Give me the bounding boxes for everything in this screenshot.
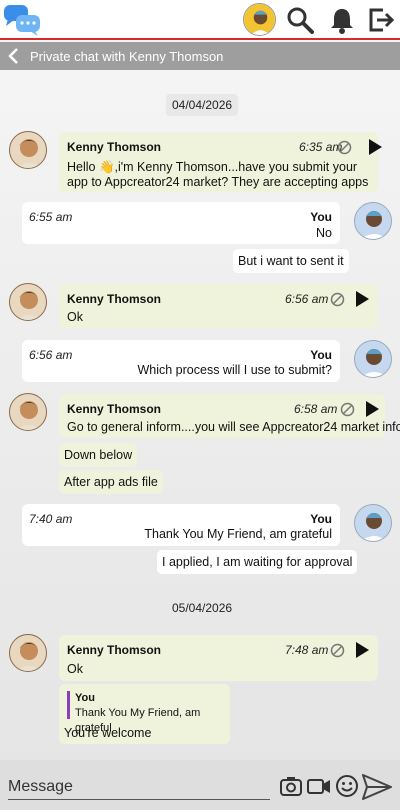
play-icon[interactable] bbox=[353, 290, 371, 308]
blocked-status-icon bbox=[330, 643, 345, 658]
profile-avatar[interactable] bbox=[243, 3, 276, 36]
message-followup[interactable]: Down below bbox=[59, 443, 138, 467]
message-time: 6:58 am bbox=[294, 402, 338, 416]
search-icon[interactable] bbox=[286, 6, 314, 34]
message-time: 6:35 am bbox=[299, 140, 343, 154]
message-text: Hello 👋,i'm Kenny Thomson...have you sub… bbox=[67, 160, 369, 189]
message-time: 7:48 am bbox=[285, 643, 329, 657]
blocked-status-icon bbox=[330, 292, 345, 307]
kenny-avatar[interactable] bbox=[9, 393, 47, 431]
kenny-avatar[interactable] bbox=[9, 131, 47, 169]
message-bubble[interactable]: Kenny Thomson 6:35 am Hello 👋,i'm Kenny … bbox=[59, 132, 382, 192]
camera-icon[interactable] bbox=[279, 774, 303, 798]
message-followup[interactable]: I applied, I am waiting for approval bbox=[157, 550, 358, 574]
sender-name: Kenny Thomson bbox=[67, 292, 162, 306]
message-bubble[interactable]: Kenny Thomson 6:58 am Go to general info… bbox=[59, 394, 400, 438]
message-text: No bbox=[316, 226, 332, 240]
back-arrow-icon[interactable] bbox=[6, 47, 22, 65]
sender-name: Kenny Thomson bbox=[67, 643, 162, 657]
composer-bar bbox=[0, 760, 400, 810]
date-separator: 04/04/2026 bbox=[166, 94, 239, 116]
blocked-status-icon bbox=[337, 140, 352, 155]
sender-name: You bbox=[310, 210, 332, 224]
emoji-icon[interactable] bbox=[335, 774, 359, 798]
message-text: Ok bbox=[67, 310, 83, 324]
my-avatar[interactable] bbox=[354, 202, 392, 240]
message-input[interactable] bbox=[8, 774, 270, 800]
kenny-avatar[interactable] bbox=[9, 634, 47, 672]
message-time: 6:56 am bbox=[29, 348, 73, 362]
bell-icon[interactable] bbox=[328, 6, 356, 34]
sender-name: You bbox=[310, 512, 332, 526]
message-text: Go to general inform....you will see App… bbox=[67, 420, 400, 434]
date-separator: 05/04/2026 bbox=[166, 597, 239, 619]
reply-bubble[interactable]: You Thank You My Friend, am grateful You… bbox=[59, 684, 230, 744]
my-avatar[interactable] bbox=[354, 504, 392, 542]
play-icon[interactable] bbox=[366, 138, 384, 156]
send-icon[interactable] bbox=[362, 774, 392, 800]
video-icon[interactable] bbox=[307, 774, 331, 798]
chat-title-bar: Private chat with Kenny Thomson bbox=[0, 42, 400, 70]
chat-app-logo-icon[interactable] bbox=[2, 3, 42, 37]
message-bubble[interactable]: 6:55 am You No bbox=[22, 202, 340, 244]
sender-name: Kenny Thomson bbox=[67, 140, 162, 154]
message-text: Ok bbox=[67, 662, 83, 676]
message-bubble[interactable]: Kenny Thomson 6:56 am Ok bbox=[59, 284, 378, 328]
kenny-avatar[interactable] bbox=[9, 283, 47, 321]
message-time: 6:56 am bbox=[285, 292, 329, 306]
chat-title: Private chat with Kenny Thomson bbox=[30, 49, 224, 64]
message-time: 6:55 am bbox=[29, 210, 73, 224]
sender-name: Kenny Thomson bbox=[67, 402, 162, 416]
message-followup[interactable]: After app ads file bbox=[59, 470, 163, 494]
logout-icon[interactable] bbox=[367, 6, 395, 34]
play-icon[interactable] bbox=[363, 400, 381, 418]
quoted-message[interactable]: You Thank You My Friend, am grateful bbox=[67, 691, 230, 734]
message-text: Which process will I use to submit? bbox=[137, 363, 332, 377]
message-bubble[interactable]: 7:40 am You Thank You My Friend, am grat… bbox=[22, 504, 340, 546]
message-bubble[interactable]: Kenny Thomson 7:48 am Ok bbox=[59, 635, 378, 681]
message-text: Thank You My Friend, am grateful bbox=[144, 527, 332, 541]
message-bubble[interactable]: 6:56 am You Which process will I use to … bbox=[22, 340, 340, 382]
message-text: You're welcome bbox=[64, 726, 152, 740]
play-icon[interactable] bbox=[353, 641, 371, 659]
my-avatar[interactable] bbox=[354, 340, 392, 378]
message-time: 7:40 am bbox=[29, 512, 73, 526]
top-bar bbox=[0, 0, 400, 40]
message-followup[interactable]: But i want to sent it bbox=[233, 249, 349, 273]
sender-name: You bbox=[310, 348, 332, 362]
quoted-sender: You bbox=[75, 692, 95, 704]
blocked-status-icon bbox=[340, 402, 355, 417]
